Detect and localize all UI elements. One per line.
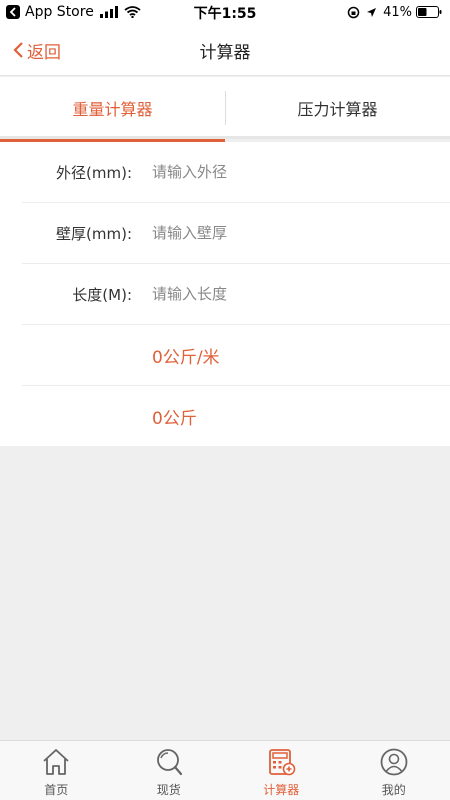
- bottom-tab-stock-label: 现货: [156, 783, 181, 797]
- home-icon: [41, 747, 71, 777]
- bottom-tab-mine-label: 我的: [381, 783, 406, 797]
- battery-percent: 41%: [383, 4, 412, 20]
- location-icon: [366, 7, 377, 18]
- calculator-tabs: 重量计算器 压力计算器: [0, 77, 450, 142]
- bottom-tab-home[interactable]: 首页: [0, 741, 113, 800]
- bottom-tab-bar: 首页 现货 计算器 我的: [0, 740, 450, 800]
- status-bar: App Store 下午1:55 41%: [0, 0, 450, 24]
- length-row: 长度(M):: [22, 264, 450, 325]
- outer-diameter-input[interactable]: [152, 163, 422, 181]
- result-per-meter-row: 0公斤/米: [22, 325, 450, 386]
- bottom-tab-stock[interactable]: 现货: [113, 741, 226, 800]
- bottom-tab-calculator-label: 计算器: [263, 783, 300, 797]
- result-total: 0公斤: [152, 409, 197, 429]
- tab-pressure-calculator[interactable]: 压力计算器: [225, 77, 450, 139]
- outer-diameter-label: 外径(mm):: [56, 163, 132, 182]
- tab-weight-calculator[interactable]: 重量计算器: [0, 77, 225, 142]
- result-per-meter: 0公斤/米: [152, 347, 220, 368]
- length-label: 长度(M):: [72, 285, 132, 304]
- search-icon: [154, 747, 184, 777]
- bottom-tab-mine[interactable]: 我的: [338, 741, 450, 800]
- outer-diameter-row: 外径(mm):: [22, 142, 450, 203]
- status-right: 41%: [347, 3, 442, 21]
- wall-thickness-input[interactable]: [152, 224, 422, 242]
- rotation-lock-icon: [347, 6, 360, 19]
- bottom-tab-home-label: 首页: [44, 783, 69, 797]
- calculator-icon: [266, 747, 296, 777]
- length-input[interactable]: [152, 285, 422, 303]
- result-total-row: 0公斤: [22, 386, 450, 447]
- nav-bar: 返回 计算器: [0, 24, 450, 76]
- weight-form: 外径(mm): 壁厚(mm): 长度(M): 0公斤/米 0公斤: [0, 142, 450, 446]
- page-title: 计算器: [199, 43, 251, 63]
- bottom-tab-calculator[interactable]: 计算器: [225, 741, 338, 800]
- battery-icon: [416, 6, 442, 18]
- wall-thickness-row: 壁厚(mm):: [22, 203, 450, 264]
- user-icon: [379, 747, 409, 777]
- wall-thickness-label: 壁厚(mm):: [56, 224, 132, 243]
